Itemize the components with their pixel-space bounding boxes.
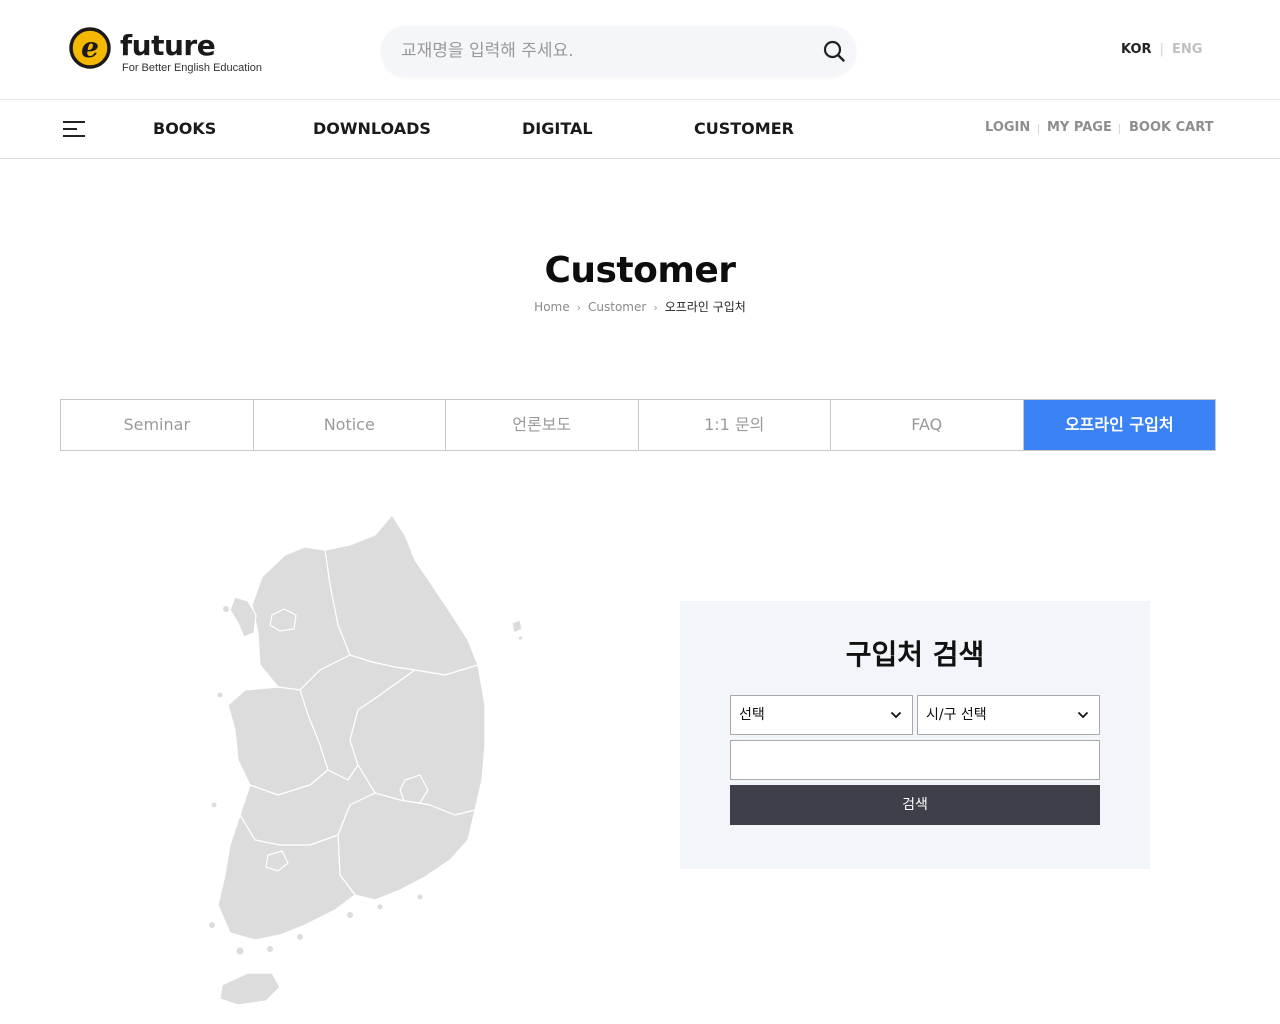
lang-eng-link[interactable]: ENG: [1172, 42, 1202, 57]
lang-divider: |: [1159, 42, 1164, 57]
tab-press[interactable]: 언론보도: [446, 400, 639, 450]
e-future-logo-icon: e: [69, 27, 111, 69]
city-select-value: 시/구 선택: [926, 707, 987, 723]
search-bar: [381, 26, 856, 76]
region-jeju[interactable]: [219, 972, 281, 1006]
tab-offline-stores[interactable]: 오프라인 구입처: [1023, 400, 1215, 450]
login-link[interactable]: LOGIN: [985, 120, 1030, 135]
hamburger-menu-icon[interactable]: [63, 121, 85, 137]
store-finder-panel: 구입처 검색 선택 시/구 선택 검색: [680, 601, 1150, 869]
chevron-down-icon: [890, 711, 902, 719]
tab-seminar[interactable]: Seminar: [61, 400, 254, 450]
chevron-right-icon: ›: [576, 301, 582, 314]
language-switch: KOR | ENG: [1121, 42, 1202, 57]
store-keyword-input[interactable]: [730, 740, 1100, 780]
search-input[interactable]: [401, 26, 801, 76]
chevron-down-icon: [1077, 711, 1089, 719]
region-dokdo[interactable]: [517, 634, 524, 642]
util-divider: [1038, 124, 1039, 134]
breadcrumb-customer[interactable]: Customer: [588, 300, 646, 314]
util-divider: [1119, 124, 1120, 134]
chevron-right-icon: ›: [653, 301, 658, 314]
tab-notice[interactable]: Notice: [254, 400, 446, 450]
svg-text:e: e: [81, 31, 99, 64]
store-finder-title: 구입처 검색: [845, 638, 985, 671]
page-title-area: Customer: [0, 248, 1280, 294]
store-search-button[interactable]: 검색: [730, 785, 1100, 825]
main-nav: BOOKS DOWNLOADS DIGITAL CUSTOMER LOGIN M…: [0, 100, 1280, 159]
korea-map-svg: [209, 514, 524, 1006]
region-select-value: 선택: [739, 707, 765, 723]
city-select[interactable]: 시/구 선택: [917, 695, 1100, 735]
breadcrumb-home[interactable]: Home: [534, 300, 569, 314]
nav-item-digital[interactable]: DIGITAL: [522, 100, 593, 158]
tab-faq[interactable]: FAQ: [831, 400, 1024, 450]
page-title: Customer: [544, 248, 736, 294]
logo-tagline: For Better English Education: [122, 62, 263, 74]
breadcrumb: Home › Customer › 오프라인 구입처: [0, 298, 1280, 315]
lang-kor-link[interactable]: KOR: [1121, 42, 1152, 57]
nav-item-books[interactable]: BOOKS: [153, 100, 216, 158]
top-header: e future For Better English Education KO…: [0, 0, 1280, 100]
breadcrumb-current: 오프라인 구입처: [664, 300, 746, 314]
nav-item-downloads[interactable]: DOWNLOADS: [313, 100, 431, 158]
region-select[interactable]: 선택: [730, 695, 913, 735]
nav-item-customer[interactable]: CUSTOMER: [694, 100, 794, 158]
my-page-link[interactable]: MY PAGE: [1047, 120, 1112, 135]
customer-tabs: Seminar Notice 언론보도 1:1 문의 FAQ 오프라인 구입처: [60, 399, 1216, 451]
book-cart-link[interactable]: BOOK CART: [1129, 120, 1214, 135]
tab-inquiry[interactable]: 1:1 문의: [639, 400, 831, 450]
logo-wordmark: future: [120, 29, 216, 62]
logo[interactable]: e future For Better English Education: [68, 24, 268, 78]
korea-region-map: [200, 505, 530, 1015]
region-ulleungdo[interactable]: [511, 619, 523, 634]
search-icon[interactable]: [823, 40, 845, 62]
